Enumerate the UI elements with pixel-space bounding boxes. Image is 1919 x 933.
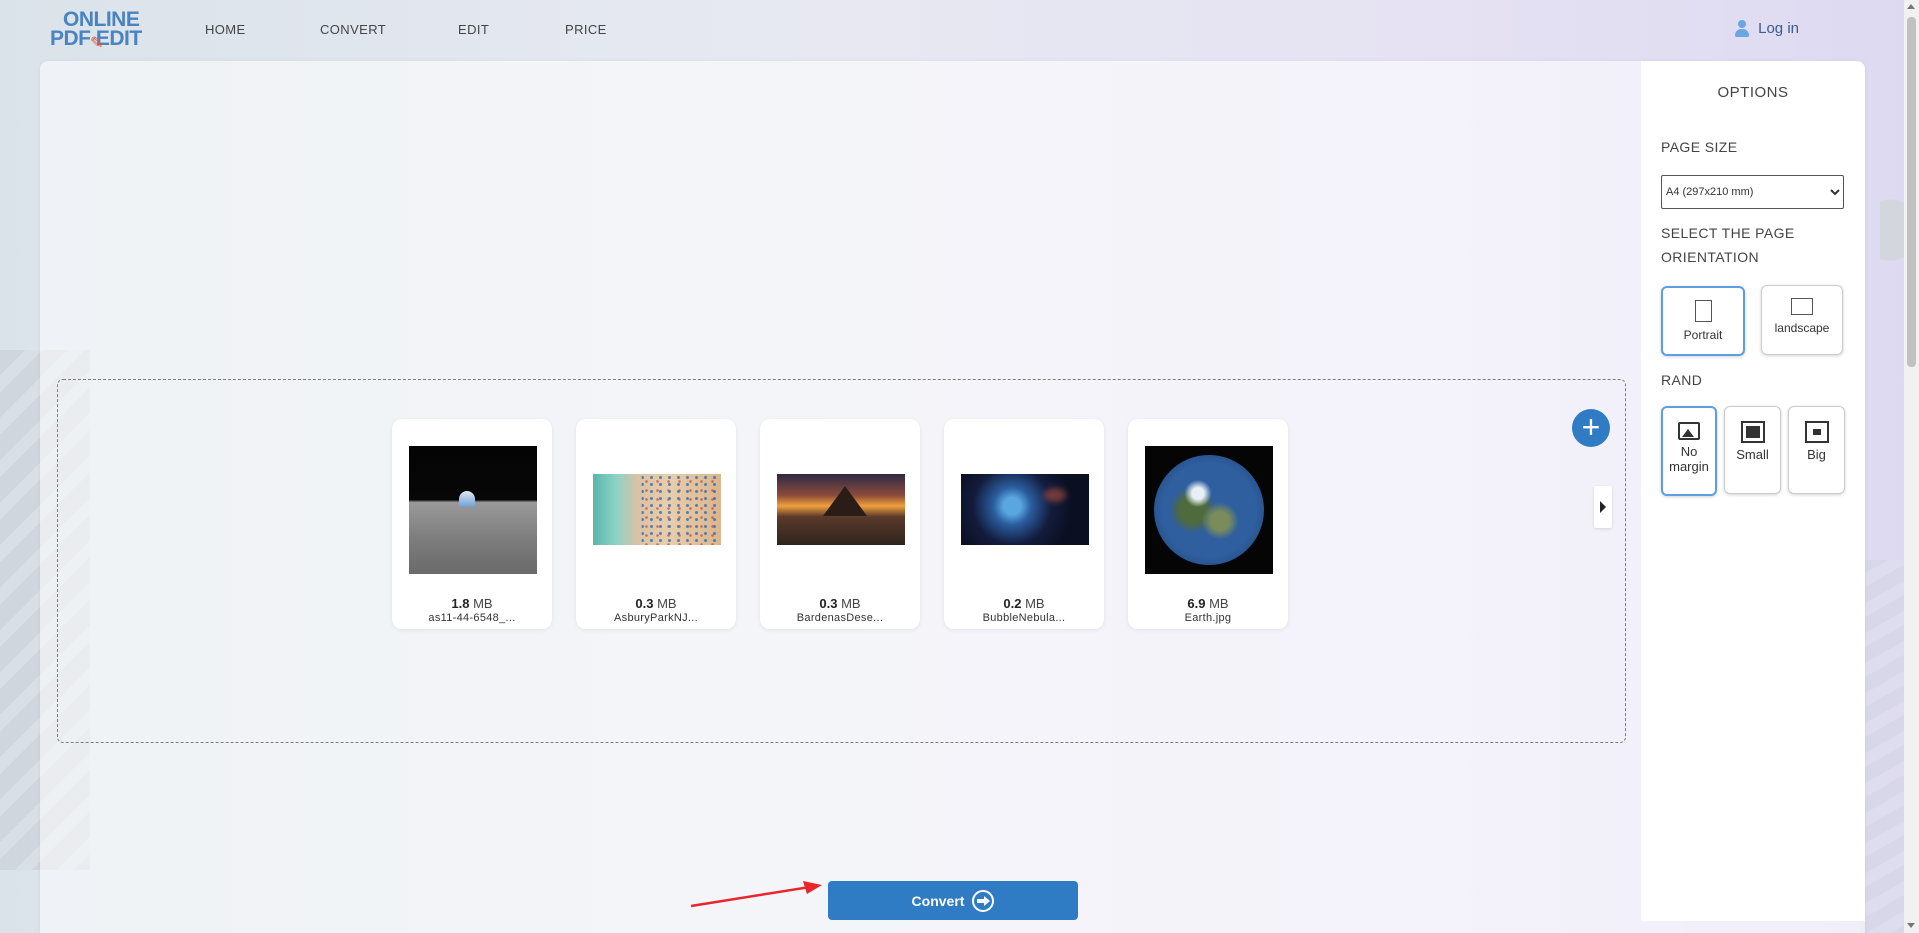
file-size: 1.8 MB	[451, 596, 493, 611]
file-thumbnail	[593, 474, 721, 545]
file-thumbnail	[1145, 446, 1273, 574]
nav-price[interactable]: PRICE	[565, 22, 607, 37]
convert-button[interactable]: Convert	[828, 881, 1078, 920]
file-name: BubbleNebula...	[982, 612, 1066, 624]
nav-home[interactable]: HOME	[205, 22, 246, 37]
file-card[interactable]: 0.3 MB BardenasDese...	[760, 419, 920, 629]
pen-icon: ✎	[90, 35, 104, 52]
earth-rise-shape	[459, 491, 475, 507]
convert-label: Convert	[911, 892, 965, 909]
file-thumbnail	[961, 474, 1089, 545]
scroll-right-button[interactable]	[1594, 486, 1612, 528]
rand-label: RAND	[1661, 372, 1703, 388]
orientation-landscape-button[interactable]: landscape	[1761, 285, 1843, 355]
orientation-portrait-label: Portrait	[1683, 328, 1723, 342]
scroll-up-arrow-icon[interactable]	[1907, 4, 1915, 9]
file-size: 6.9 MB	[1187, 596, 1229, 611]
portrait-icon	[1694, 300, 1712, 322]
user-icon	[1734, 20, 1750, 37]
arrow-right-circle-icon	[972, 889, 995, 912]
beach-umbrellas-texture	[641, 474, 721, 545]
orientation-portrait-button[interactable]: Portrait	[1661, 286, 1745, 356]
file-size: 0.2 MB	[1003, 596, 1045, 611]
landscape-icon	[1791, 298, 1813, 315]
orientation-label: SELECT THE PAGE ORIENTATION	[1661, 225, 1795, 265]
page-size-label: PAGE SIZE	[1661, 139, 1738, 155]
margin-none-button[interactable]: No margin	[1661, 406, 1717, 496]
file-size: 0.3 MB	[819, 596, 861, 611]
image-icon	[1678, 422, 1700, 440]
scrollbar-thumb[interactable]	[1907, 17, 1916, 367]
margin-big-button[interactable]: Big	[1788, 406, 1845, 494]
margin-small-label: Small	[1736, 447, 1769, 462]
nav-convert[interactable]: CONVERT	[320, 22, 386, 37]
small-margin-icon	[1740, 421, 1765, 443]
login-label: Log in	[1758, 20, 1799, 37]
file-card[interactable]: 0.2 MB BubbleNebula...	[944, 419, 1104, 629]
orientation-landscape-label: landscape	[1774, 321, 1830, 335]
file-card[interactable]: 0.3 MB AsburyParkNJ...	[576, 419, 736, 629]
margin-small-button[interactable]: Small	[1724, 406, 1781, 494]
site-logo[interactable]: ONLINE PDF EDIT ✎	[50, 8, 155, 52]
scroll-down-arrow-icon[interactable]	[1907, 923, 1915, 928]
file-name: as11-44-6548_...	[428, 612, 516, 624]
options-title: OPTIONS	[1717, 84, 1789, 101]
file-thumbnail	[777, 474, 905, 545]
file-size: 0.3 MB	[635, 596, 677, 611]
file-name: AsburyParkNJ...	[614, 612, 698, 624]
margin-big-label: Big	[1807, 447, 1826, 462]
options-panel: OPTIONS PAGE SIZE A4 (297x210 mm) SELECT…	[1641, 61, 1865, 921]
login-link[interactable]: Log in	[1734, 20, 1799, 37]
page-size-select[interactable]: A4 (297x210 mm)	[1661, 175, 1844, 209]
add-file-button[interactable]: +	[1572, 409, 1610, 447]
butte-shape	[823, 486, 867, 516]
file-name: Earth.jpg	[1184, 612, 1232, 624]
big-margin-icon	[1804, 421, 1829, 443]
pointer-arrow	[690, 881, 822, 908]
file-card[interactable]: 1.8 MB as11-44-6548_...	[392, 419, 552, 629]
file-name: BardenasDese...	[796, 612, 884, 624]
plus-icon: +	[1581, 409, 1601, 445]
file-thumbnail	[409, 446, 537, 574]
margin-none-label: No margin	[1669, 444, 1709, 474]
nav-edit[interactable]: EDIT	[458, 22, 489, 37]
file-card[interactable]: 6.9 MB Earth.jpg	[1128, 419, 1288, 629]
globe-shape	[1154, 455, 1264, 565]
